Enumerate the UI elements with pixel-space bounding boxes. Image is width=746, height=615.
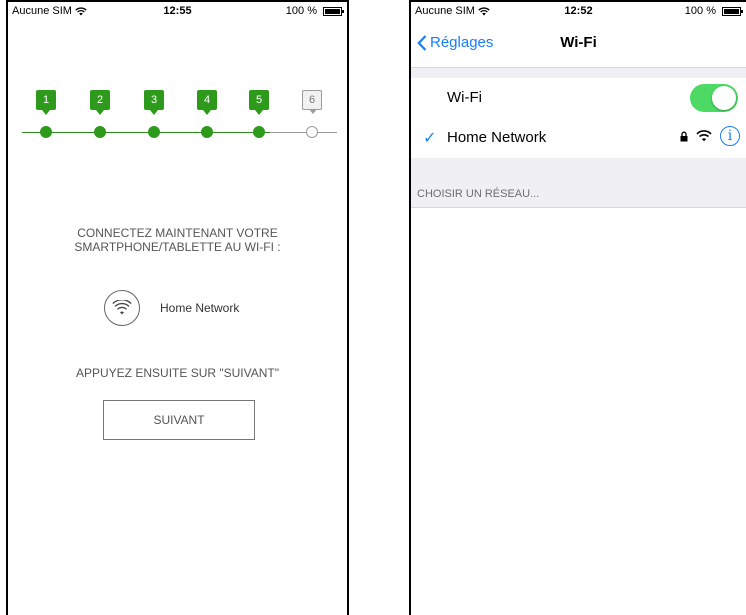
battery-percent: 100 % xyxy=(285,5,317,17)
lock-icon xyxy=(680,131,688,141)
step-5: 5 xyxy=(249,90,271,138)
info-icon[interactable]: i xyxy=(720,126,740,146)
status-bar: Aucune SIM 12:55 100 % xyxy=(8,2,347,22)
step-4: 4 xyxy=(197,90,219,138)
step-1: 1 xyxy=(36,90,58,138)
next-instruction: APPUYEZ ENSUITE SUR "SUIVANT" xyxy=(76,366,279,380)
connected-network-name: Home Network xyxy=(447,129,547,146)
status-bar: Aucune SIM 12:52 100 % xyxy=(411,2,746,22)
battery-icon xyxy=(722,7,743,16)
next-button[interactable]: SUIVANT xyxy=(103,400,255,440)
page-title: Wi-Fi xyxy=(560,34,597,51)
checkmark-icon: ✓ xyxy=(423,130,437,147)
progress-steps: 1 2 3 4 5 6 xyxy=(8,90,347,150)
connected-network-row[interactable]: ✓ Home Network i xyxy=(411,118,746,158)
progress-line-remaining xyxy=(270,132,337,133)
step-3: 3 xyxy=(144,90,166,138)
setup-app-screen: Aucune SIM 12:55 100 % 1 2 3 4 5 6 CONNE… xyxy=(6,0,349,615)
wifi-icon xyxy=(104,290,140,326)
wifi-toggle-row: Wi-Fi xyxy=(411,78,746,119)
step-6: 6 xyxy=(302,90,324,138)
network-name: Home Network xyxy=(160,301,240,315)
section-spacer xyxy=(411,68,746,78)
wifi-strength-icon xyxy=(696,130,712,142)
network-info: Home Network xyxy=(104,288,239,328)
wifi-toggle[interactable] xyxy=(690,84,738,112)
battery-percent: 100 % xyxy=(684,5,716,17)
connect-instruction: CONNECTEZ MAINTENANT VOTRE SMARTPHONE/TA… xyxy=(74,226,281,254)
section-header-label: CHOISIR UN RÉSEAU... xyxy=(417,188,540,200)
navigation-bar: Réglages Wi-Fi xyxy=(411,22,746,68)
battery-icon xyxy=(323,7,344,16)
step-2: 2 xyxy=(90,90,112,138)
ios-wifi-settings-screen: Aucune SIM 12:52 100 % Réglages Wi-Fi Wi… xyxy=(409,0,746,615)
wifi-label: Wi-Fi xyxy=(447,89,482,106)
choose-network-header: CHOISIR UN RÉSEAU... xyxy=(411,158,746,208)
